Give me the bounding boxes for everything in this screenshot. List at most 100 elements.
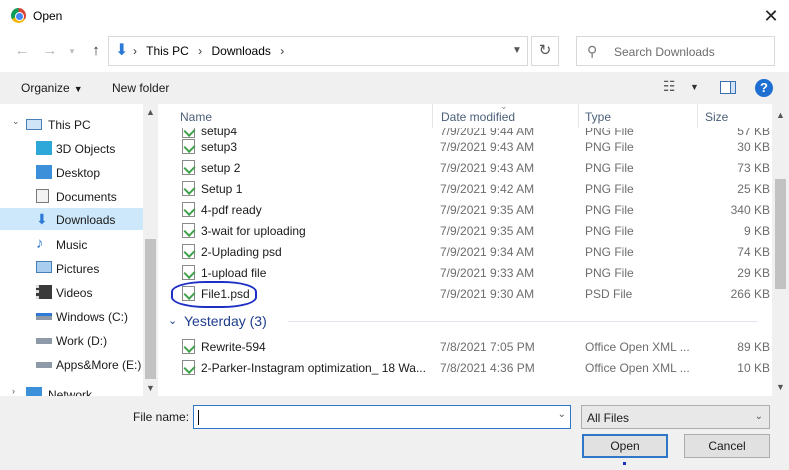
- new-folder-button[interactable]: New folder: [112, 81, 169, 95]
- preview-pane-icon[interactable]: [720, 81, 736, 94]
- nav-item-network[interactable]: › Network: [0, 383, 143, 396]
- nav-item-documents[interactable]: Documents: [0, 185, 143, 207]
- open-button[interactable]: Open: [582, 434, 668, 458]
- group-divider: [288, 321, 758, 322]
- videos-icon: [36, 285, 52, 299]
- search-placeholder: Search Downloads: [614, 45, 715, 59]
- network-icon: [26, 387, 42, 396]
- refresh-button[interactable]: ↻: [531, 36, 559, 66]
- table-row[interactable]: 1-upload file 7/9/2021 9:33 AM PNG File …: [162, 262, 772, 283]
- nav-item-music[interactable]: ♪ Music: [0, 233, 143, 255]
- drive-icon: [36, 362, 52, 368]
- cancel-button[interactable]: Cancel: [684, 434, 770, 458]
- file-date: 7/9/2021 9:43 AM: [440, 140, 535, 154]
- up-arrow-icon[interactable]: ↑: [86, 40, 106, 62]
- help-button[interactable]: ?: [755, 79, 773, 97]
- chevron-down-icon[interactable]: ⌄: [168, 314, 177, 327]
- nav-item-desktop[interactable]: Desktop: [0, 161, 143, 183]
- chevron-down-icon[interactable]: ⌄: [755, 411, 763, 422]
- table-row[interactable]: Rewrite-594 7/8/2021 7:05 PM Office Open…: [162, 336, 772, 357]
- expand-chevron-icon[interactable]: ›: [12, 386, 15, 396]
- table-row[interactable]: 3-wait for uploading 7/9/2021 9:35 AM PN…: [162, 220, 772, 241]
- file-type: PNG File: [585, 203, 634, 217]
- title-bar: Open ✕: [0, 0, 789, 32]
- table-row[interactable]: setup3 7/9/2021 9:43 AM PNG File 30 KB: [162, 136, 772, 157]
- nav-item-3d-objects[interactable]: 3D Objects: [0, 137, 143, 159]
- nav-scrollbar[interactable]: ▲ ▼: [143, 104, 158, 396]
- file-name: setup 2: [201, 161, 241, 175]
- nav-item-videos[interactable]: Videos: [0, 281, 143, 303]
- table-row[interactable]: setup 2 7/9/2021 9:43 AM PNG File 73 KB: [162, 157, 772, 178]
- breadcrumb-downloads[interactable]: Downloads: [212, 44, 271, 58]
- png-file-icon: [182, 244, 195, 259]
- scrollbar-thumb[interactable]: [775, 179, 786, 289]
- close-button[interactable]: ✕: [756, 2, 786, 30]
- scroll-up-icon[interactable]: ▲: [772, 110, 789, 120]
- nav-item-downloads[interactable]: ⬇ Downloads: [0, 208, 143, 230]
- file-name: 2-Parker-Instagram optimization_ 18 Wa..…: [201, 361, 426, 375]
- scroll-down-icon[interactable]: ▼: [143, 383, 158, 393]
- table-row[interactable]: 2-Parker-Instagram optimization_ 18 Wa..…: [162, 357, 772, 378]
- file-type-filter[interactable]: All Files ⌄: [581, 405, 770, 429]
- search-input[interactable]: ⚲ Search Downloads: [576, 36, 775, 66]
- nav-item-windows-c[interactable]: Windows (C:): [0, 305, 143, 327]
- nav-item-this-pc[interactable]: ⌄ This PC: [0, 113, 143, 135]
- table-row[interactable]: 2-Uplading psd 7/9/2021 9:34 AM PNG File…: [162, 241, 772, 262]
- window-title: Open: [33, 9, 63, 23]
- column-header-row: Name ⌄ Date modified Type Size: [162, 104, 772, 128]
- file-name-label: File name:: [133, 410, 190, 424]
- dialog-footer: File name: ⌄ All Files ⌄ Open Cancel: [0, 396, 789, 470]
- file-type: Office Open XML ...: [585, 361, 690, 375]
- chevron-down-icon[interactable]: ▼: [690, 82, 699, 92]
- scroll-up-icon[interactable]: ▲: [143, 107, 158, 117]
- table-row[interactable]: 4-pdf ready 7/9/2021 9:35 AM PNG File 34…: [162, 199, 772, 220]
- file-list-scrollbar[interactable]: ▲ ▼: [772, 104, 789, 396]
- organize-menu[interactable]: Organize ▼: [21, 81, 83, 95]
- file-name: 2-Uplading psd: [201, 245, 282, 259]
- scrollbar-thumb[interactable]: [145, 239, 156, 379]
- group-header-yesterday[interactable]: ⌄ Yesterday (3): [168, 310, 768, 332]
- column-header-type[interactable]: Type: [585, 110, 611, 124]
- file-date: 7/9/2021 9:35 AM: [440, 203, 535, 217]
- column-header-date[interactable]: Date modified: [441, 110, 515, 124]
- nav-item-apps-e[interactable]: Apps&More (E:): [0, 353, 143, 375]
- column-divider[interactable]: [578, 104, 579, 128]
- pictures-icon: [36, 261, 52, 273]
- forward-arrow-icon[interactable]: →: [40, 40, 60, 62]
- file-size: 266 KB: [730, 287, 770, 301]
- column-header-name[interactable]: Name: [180, 110, 212, 124]
- file-name-input[interactable]: ⌄: [193, 405, 571, 429]
- table-row[interactable]: File1.psd 7/9/2021 9:30 AM PSD File 266 …: [162, 283, 772, 304]
- navigation-pane: ⌄ This PC 3D Objects Desktop Documents ⬇…: [0, 104, 158, 396]
- collapse-chevron-icon[interactable]: ⌄: [12, 116, 20, 127]
- file-type: PNG File: [585, 266, 634, 280]
- file-type: PNG File: [585, 161, 634, 175]
- nav-item-work-d[interactable]: Work (D:): [0, 329, 143, 351]
- column-divider[interactable]: [697, 104, 698, 128]
- music-icon: ♪: [36, 235, 44, 252]
- column-divider[interactable]: [432, 104, 433, 128]
- file-size: 74 KB: [737, 245, 770, 259]
- desktop-icon: [36, 165, 52, 179]
- nav-item-pictures[interactable]: Pictures: [0, 257, 143, 279]
- nav-label: Pictures: [56, 262, 100, 276]
- breadcrumb-this-pc[interactable]: This PC: [146, 44, 189, 58]
- column-header-size[interactable]: Size: [705, 110, 728, 124]
- nav-label: Music: [56, 238, 88, 252]
- recent-locations-chevron-icon[interactable]: ▾: [62, 40, 82, 62]
- png-file-icon: [182, 265, 195, 280]
- chevron-down-icon[interactable]: ⌄: [558, 409, 566, 420]
- psd-file-icon: [182, 286, 195, 301]
- back-arrow-icon[interactable]: ←: [12, 40, 32, 62]
- view-options-icon[interactable]: ☷: [663, 78, 676, 95]
- table-row[interactable]: Setup 1 7/9/2021 9:42 AM PNG File 25 KB: [162, 178, 772, 199]
- nav-label: Apps&More (E:): [56, 358, 142, 372]
- nav-label: Network: [48, 388, 93, 396]
- file-type: Office Open XML ...: [585, 340, 690, 354]
- address-bar[interactable]: ⬇ › This PC › Downloads › ▼: [108, 36, 528, 66]
- file-name: Setup 1: [201, 182, 243, 196]
- file-type: PNG File: [585, 182, 634, 196]
- scroll-down-icon[interactable]: ▼: [772, 382, 789, 392]
- address-dropdown-icon[interactable]: ▼: [507, 37, 527, 65]
- nav-label: Windows (C:): [56, 310, 129, 324]
